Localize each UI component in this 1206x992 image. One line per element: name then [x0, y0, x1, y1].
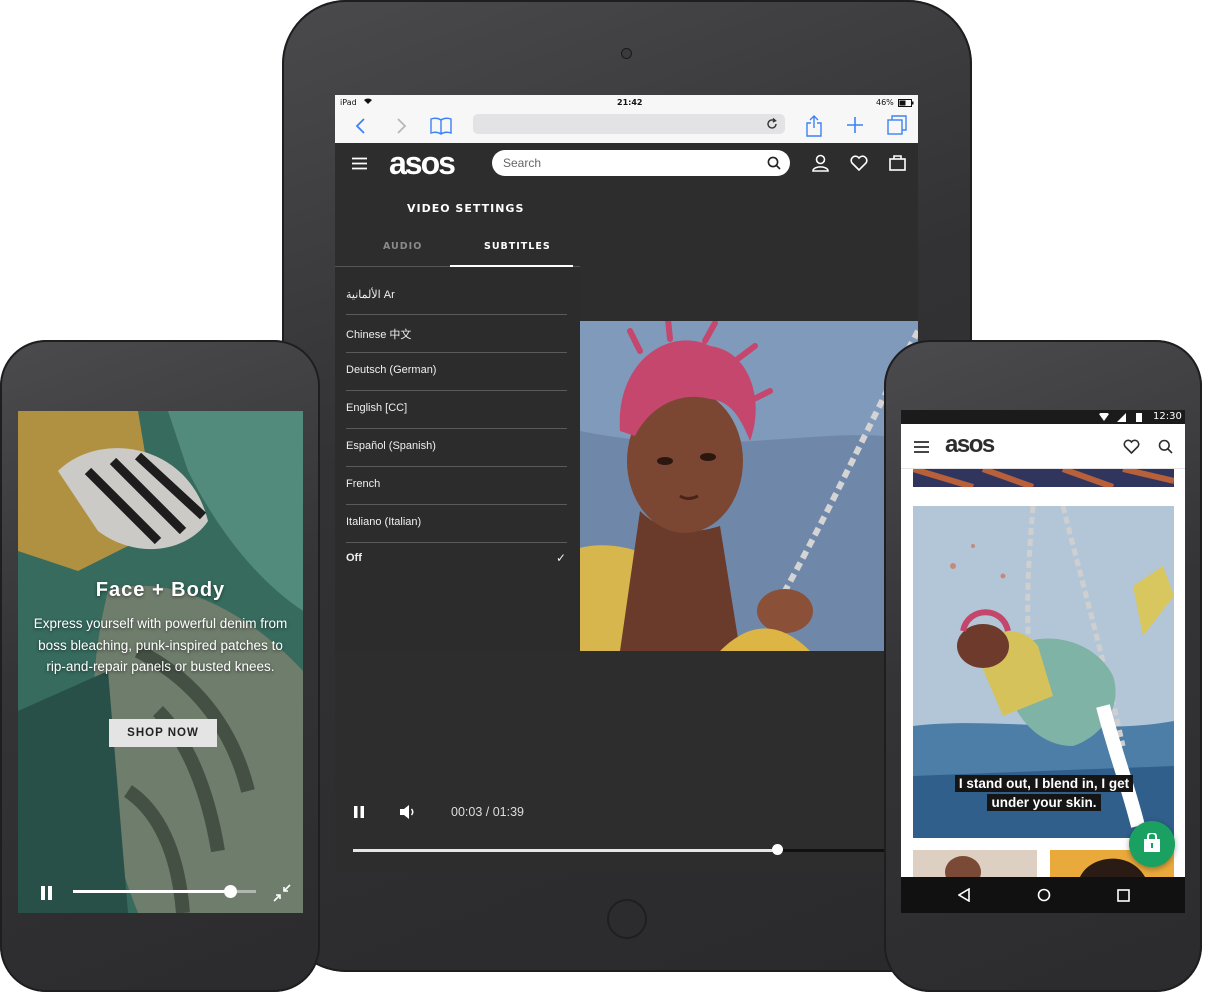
- url-field[interactable]: [473, 114, 785, 134]
- tab-subtitles[interactable]: SUBTITLES: [484, 241, 551, 252]
- android-status-bar: 12:30: [901, 410, 1185, 424]
- video-subtitle-caption: I stand out, I blend in, I get under you…: [939, 774, 1149, 812]
- search-input[interactable]: Search: [492, 150, 790, 176]
- account-icon[interactable]: [812, 154, 829, 172]
- language-label: Chinese 中文: [346, 329, 412, 341]
- device-name: iPad: [340, 98, 357, 107]
- video-settings-title: VIDEO SETTINGS: [407, 202, 525, 215]
- battery-icon: [898, 99, 914, 107]
- heart-icon[interactable]: [1123, 439, 1140, 454]
- app-header: asos Search: [335, 143, 918, 185]
- new-tab-icon[interactable]: [846, 116, 864, 134]
- language-label: Deutsch (German): [346, 364, 437, 376]
- asos-logo[interactable]: asos: [945, 431, 995, 459]
- battery-icon: [1136, 412, 1142, 422]
- status-time: 12:30: [1153, 411, 1182, 422]
- progress-fill: [73, 890, 231, 893]
- search-placeholder: Search: [503, 156, 542, 170]
- recents-icon[interactable]: [1117, 889, 1130, 902]
- minimize-icon[interactable]: [273, 884, 291, 902]
- heart-icon[interactable]: [850, 155, 868, 171]
- list-item[interactable]: Español (Spanish): [346, 428, 567, 467]
- language-label: الألمانية Ar: [346, 289, 395, 301]
- progress-handle[interactable]: [771, 844, 783, 855]
- menu-icon[interactable]: [914, 441, 929, 453]
- menu-icon[interactable]: [352, 157, 367, 170]
- thumbnail-strip-illustration: [913, 469, 1174, 487]
- list-item[interactable]: Italiano (Italian): [346, 504, 567, 543]
- asos-logo[interactable]: asos: [389, 145, 456, 182]
- search-icon[interactable]: [767, 156, 781, 170]
- browser-toolbar: [335, 111, 918, 144]
- list-item-selected[interactable]: Off ✓: [346, 542, 567, 580]
- android-nav-bar: [901, 877, 1185, 913]
- status-time: 21:42: [617, 98, 643, 107]
- language-label: Italiano (Italian): [346, 516, 422, 528]
- home-icon[interactable]: [1037, 888, 1051, 902]
- bookmarks-icon[interactable]: [430, 117, 452, 135]
- tablet-home-button[interactable]: [607, 899, 647, 939]
- promo-description: Express yourself with powerful denim fro…: [33, 616, 288, 674]
- bag-icon: [1143, 833, 1161, 853]
- left-phone-screen: Face + Body Express yourself with powerf…: [18, 411, 303, 913]
- pause-icon[interactable]: [40, 886, 53, 900]
- battery-percent: 46%: [876, 98, 894, 107]
- signal-icon: [1117, 413, 1126, 422]
- list-item[interactable]: Deutsch (German): [346, 352, 567, 391]
- volume-icon[interactable]: [399, 804, 417, 820]
- playback-time: 00:03 / 01:39: [451, 805, 524, 819]
- list-item[interactable]: الألمانية Ar: [346, 276, 567, 315]
- pause-icon[interactable]: [353, 805, 365, 819]
- language-label: French: [346, 478, 381, 490]
- app-header: asos: [901, 424, 1185, 469]
- subtitle-language-list: الألمانية Ar Chinese 中文 Deutsch (German)…: [335, 267, 580, 651]
- share-icon[interactable]: [806, 115, 822, 137]
- progress-fill: [353, 849, 777, 852]
- list-item[interactable]: French: [346, 466, 567, 505]
- product-thumbnail[interactable]: [913, 850, 1037, 877]
- wifi-icon: [363, 97, 373, 105]
- tabs-icon[interactable]: [887, 115, 907, 135]
- shop-now-button[interactable]: SHOP NOW: [109, 719, 217, 747]
- language-label: Español (Spanish): [346, 440, 436, 452]
- video-still-illustration: [580, 321, 918, 651]
- bag-icon[interactable]: [889, 154, 906, 171]
- caption-text: I stand out, I blend in, I get under you…: [954, 775, 1134, 811]
- language-label: English [CC]: [346, 402, 408, 414]
- list-item[interactable]: Chinese 中文: [346, 314, 567, 353]
- wifi-icon: [1099, 413, 1109, 421]
- tab-audio[interactable]: AUDIO: [383, 241, 422, 252]
- check-icon: ✓: [556, 551, 567, 565]
- product-thumbnail-image: [913, 850, 1037, 877]
- back-icon[interactable]: [958, 888, 970, 902]
- promo-title: Face + Body: [95, 579, 226, 601]
- product-thumbnail-strip[interactable]: [913, 469, 1174, 487]
- ios-status-bar: iPad 21:42 46%: [335, 95, 918, 111]
- reload-icon[interactable]: [766, 118, 778, 130]
- tablet-camera: [621, 48, 632, 59]
- forward-icon[interactable]: [395, 118, 407, 134]
- list-item[interactable]: English [CC]: [346, 390, 567, 429]
- video-frame[interactable]: [580, 321, 918, 651]
- language-label: Off: [346, 552, 362, 564]
- tablet-screen: iPad 21:42 46% asos Search VIDEO SETTING…: [335, 95, 918, 871]
- search-icon[interactable]: [1158, 439, 1173, 454]
- back-icon[interactable]: [355, 118, 367, 134]
- shopping-bag-button[interactable]: [1129, 821, 1175, 867]
- right-phone-screen: 12:30 asos I stand out, I blend in, I ge…: [901, 410, 1185, 913]
